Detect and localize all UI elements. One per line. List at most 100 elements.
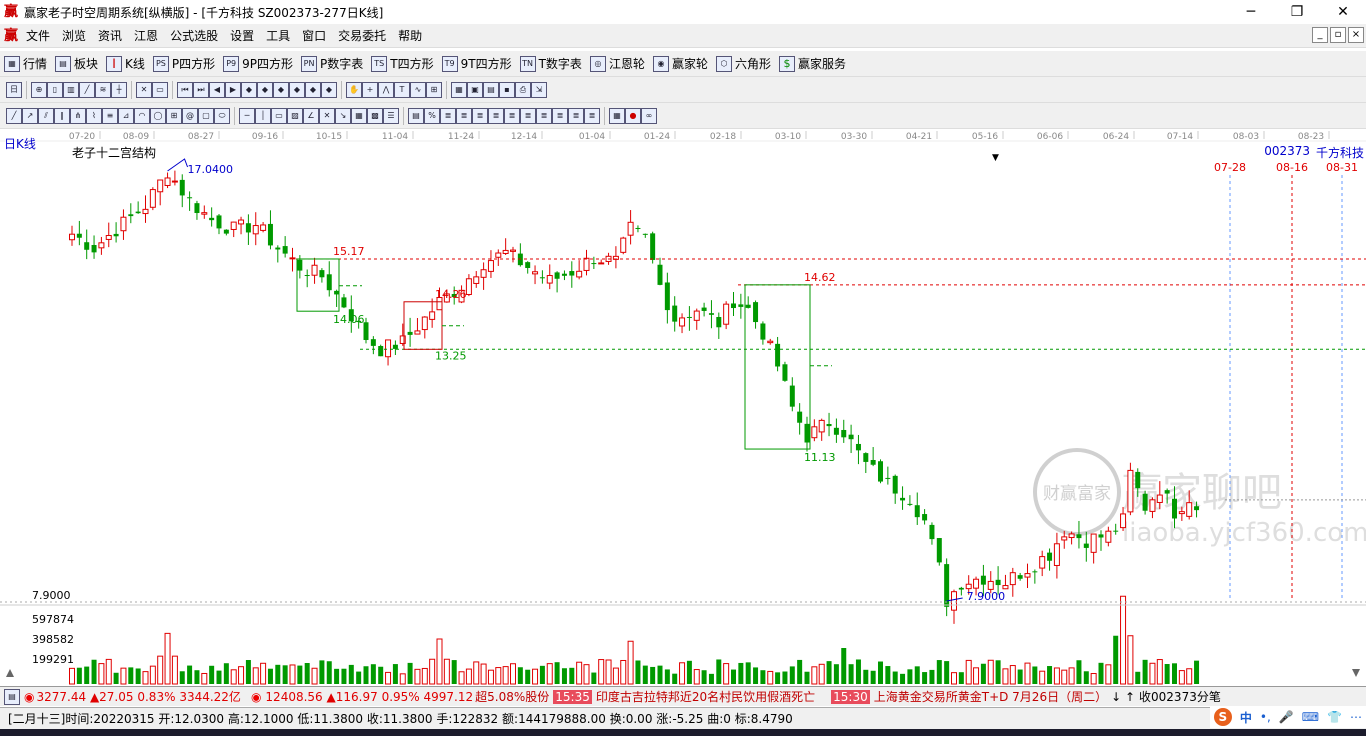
draw-channel-icon[interactable]: ⫽: [38, 107, 54, 124]
9t-square-button[interactable]: T9 9T四方形: [441, 55, 512, 72]
line-chart-icon[interactable]: ╱: [79, 81, 95, 98]
ime-mode[interactable]: 中: [1240, 709, 1252, 726]
maximize-button[interactable]: ❐: [1274, 0, 1320, 24]
level-1-icon[interactable]: ≣: [440, 107, 456, 124]
diamond-3-icon[interactable]: ◆: [273, 81, 289, 98]
draw-lines-icon[interactable]: ☰: [383, 107, 399, 124]
level-4-icon[interactable]: ≣: [488, 107, 504, 124]
draw-ellipse-icon[interactable]: ⬭: [214, 107, 230, 124]
prev-icon[interactable]: ◀: [209, 81, 225, 98]
calculator-icon[interactable]: ▣: [467, 81, 483, 98]
close-button[interactable]: ✕: [1320, 0, 1366, 24]
news-prefix[interactable]: 超5.08%股份: [475, 688, 549, 705]
diamond-5-icon[interactable]: ◆: [305, 81, 321, 98]
report-icon[interactable]: ▤: [483, 81, 499, 98]
draw-rect-icon[interactable]: ▭: [271, 107, 287, 124]
t-square-button[interactable]: TS T四方形: [371, 55, 434, 72]
last-bar-icon[interactable]: ⏭: [193, 81, 209, 98]
menu-gann[interactable]: 江恩: [128, 25, 164, 47]
cross-icon[interactable]: ✕: [136, 81, 152, 98]
zoom-icon[interactable]: ⊕: [31, 81, 47, 98]
mdi-close-button[interactable]: ×: [1348, 27, 1364, 43]
kline-button[interactable]: ┃ K线: [106, 55, 145, 72]
menu-formula[interactable]: 公式选股: [164, 25, 224, 47]
export-icon[interactable]: ⇲: [531, 81, 547, 98]
scroll-arrows[interactable]: ↓ ↑: [1111, 690, 1135, 704]
hand-icon[interactable]: ✋: [346, 81, 362, 98]
diamond-6-icon[interactable]: ◆: [321, 81, 337, 98]
draw-ray-icon[interactable]: ↗: [22, 107, 38, 124]
level-3-icon[interactable]: ≣: [472, 107, 488, 124]
compare-icon[interactable]: ≋: [95, 81, 111, 98]
draw-table-icon[interactable]: ▦: [351, 107, 367, 124]
level-7-icon[interactable]: ≣: [536, 107, 552, 124]
draw-fork-icon[interactable]: ⋔: [70, 107, 86, 124]
level-10-icon[interactable]: ≣: [584, 107, 600, 124]
infinity-icon[interactable]: ∞: [641, 107, 657, 124]
minimize-button[interactable]: ─: [1228, 0, 1274, 24]
9p-square-button[interactable]: P9 9P四方形: [223, 55, 293, 72]
winner-wheel-button[interactable]: ◉ 赢家轮: [652, 55, 708, 72]
diamond-2-icon[interactable]: ◆: [257, 81, 273, 98]
ime-skin-icon[interactable]: 👕: [1327, 710, 1342, 724]
level-6-icon[interactable]: ≣: [520, 107, 536, 124]
draw-line-icon[interactable]: ╱: [6, 107, 22, 124]
draw-fib-icon[interactable]: ≡: [102, 107, 118, 124]
ime-voice-icon[interactable]: 🎤: [1279, 710, 1294, 724]
draw-v-line-icon[interactable]: │: [255, 107, 271, 124]
diamond-4-icon[interactable]: ◆: [289, 81, 305, 98]
ime-punct-icon[interactable]: •,: [1260, 710, 1271, 724]
draw-gann-fan-icon[interactable]: ⊿: [118, 107, 134, 124]
scan-icon[interactable]: ⊞: [426, 81, 442, 98]
menu-window[interactable]: 窗口: [296, 25, 332, 47]
document-icon[interactable]: ▯: [47, 81, 63, 98]
mdi-restore-button[interactable]: ▫: [1330, 27, 1346, 43]
p-number-table-button[interactable]: PN P数字表: [301, 55, 363, 72]
ime-keyboard-icon[interactable]: ⌨: [1302, 710, 1319, 724]
gann-wheel-button[interactable]: ◎ 江恩轮: [589, 55, 645, 72]
bar-chart-icon[interactable]: ▥: [63, 81, 79, 98]
stat-table-icon[interactable]: ▤: [408, 107, 424, 124]
print-icon[interactable]: ⎙: [515, 81, 531, 98]
next-icon[interactable]: ▶: [225, 81, 241, 98]
draw-angle-icon[interactable]: ∠: [303, 107, 319, 124]
crosshair-icon[interactable]: +: [362, 81, 378, 98]
save-icon[interactable]: ▪: [499, 81, 515, 98]
market-table-icon[interactable]: ▤: [4, 688, 20, 705]
menu-tools[interactable]: 工具: [260, 25, 296, 47]
level-9-icon[interactable]: ≣: [568, 107, 584, 124]
dropdown-arrow-icon[interactable]: ▼: [992, 153, 999, 163]
quotes-button[interactable]: ▦ 行情: [4, 55, 47, 72]
level-8-icon[interactable]: ≣: [552, 107, 568, 124]
menu-help[interactable]: 帮助: [392, 25, 428, 47]
menu-settings[interactable]: 设置: [224, 25, 260, 47]
p-square-button[interactable]: PS P四方形: [152, 55, 215, 72]
draw-parallel-icon[interactable]: ∥: [54, 107, 70, 124]
diamond-1-icon[interactable]: ◆: [241, 81, 257, 98]
tick-detail-label[interactable]: 收002373分笔: [1139, 688, 1221, 705]
range-icon[interactable]: ▭: [152, 81, 168, 98]
period-select-icon[interactable]: 日: [6, 81, 22, 98]
wave-icon[interactable]: ∿: [410, 81, 426, 98]
news2-text[interactable]: 上海黄金交易所黄金T+D 7月26日（周二）: [874, 688, 1107, 705]
draw-grid-icon[interactable]: ⊞: [166, 107, 182, 124]
draw-h-line-icon[interactable]: ─: [239, 107, 255, 124]
draw-cross-icon[interactable]: ✕: [319, 107, 335, 124]
draw-arrow-icon[interactable]: ↘: [335, 107, 351, 124]
mdi-minimize-button[interactable]: _: [1312, 27, 1328, 43]
draw-hatch-icon[interactable]: ▨: [287, 107, 303, 124]
level-5-icon[interactable]: ≣: [504, 107, 520, 124]
kline-chart[interactable]: 财赢富家 赢家聊吧 liaoba.yjcf360.com 07-20 08-09 0…: [0, 129, 1366, 685]
polyline-icon[interactable]: ⋀: [378, 81, 394, 98]
draw-cycle-icon[interactable]: ⌇: [86, 107, 102, 124]
news1-text[interactable]: 印度古吉拉特邦近20名村民饮用假酒死亡: [596, 688, 815, 705]
calendar-icon[interactable]: ▦: [451, 81, 467, 98]
ime-more-icon[interactable]: ⋯: [1350, 710, 1362, 724]
draw-matrix-icon[interactable]: ▩: [367, 107, 383, 124]
draw-arc-icon[interactable]: ◠: [134, 107, 150, 124]
draw-circle-icon[interactable]: ◯: [150, 107, 166, 124]
draw-box-icon[interactable]: ▢: [198, 107, 214, 124]
percent-icon[interactable]: %: [424, 107, 440, 124]
t-number-table-button[interactable]: TN T数字表: [519, 55, 582, 72]
menu-trade[interactable]: 交易委托: [332, 25, 392, 47]
